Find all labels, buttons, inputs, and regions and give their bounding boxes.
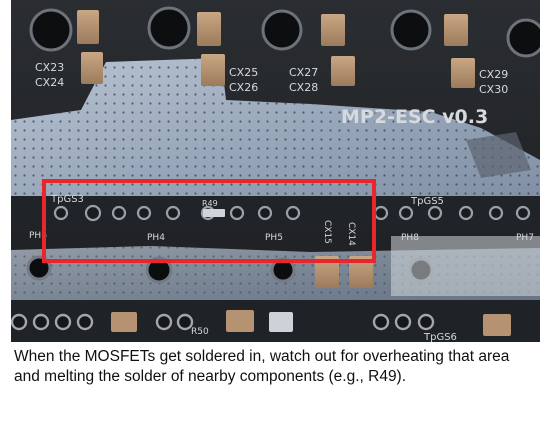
silk-cx25: CX25	[229, 66, 258, 79]
pcb-photo-drawing: CX23 CX24 CX25 CX26 CX27 CX28 CX29 CX30 …	[11, 0, 540, 342]
silk-cx24: CX24	[35, 76, 64, 89]
silk-cx23: CX23	[35, 61, 64, 74]
silk-cx30: CX30	[479, 83, 508, 96]
pcb-photo: CX23 CX24 CX25 CX26 CX27 CX28 CX29 CX30 …	[11, 0, 540, 342]
silk-ph5: PH5	[265, 233, 283, 243]
silk-cx28: CX28	[289, 81, 318, 94]
silk-tpgs6: TpGS6	[423, 332, 457, 342]
silk-cx26: CX26	[229, 81, 258, 94]
caption: When the MOSFETs get soldered in, watch …	[14, 348, 510, 385]
board-label: MP2-ESC v0.3	[341, 106, 488, 128]
bottom-pad-row: R50 TpGS6	[11, 300, 540, 342]
silk-cx27: CX27	[289, 66, 318, 79]
silk-r50: R50	[191, 327, 209, 337]
silk-cx14: CX14	[346, 222, 356, 246]
white-connector-block	[391, 236, 540, 296]
silk-cx29: CX29	[479, 68, 508, 81]
silk-ph4: PH4	[147, 233, 165, 243]
silk-r49: R49	[202, 199, 218, 208]
silk-tpgs5: TpGS5	[410, 196, 444, 207]
silk-tpgs3: TpGS3	[50, 194, 84, 205]
silk-cx15: CX15	[322, 220, 332, 244]
